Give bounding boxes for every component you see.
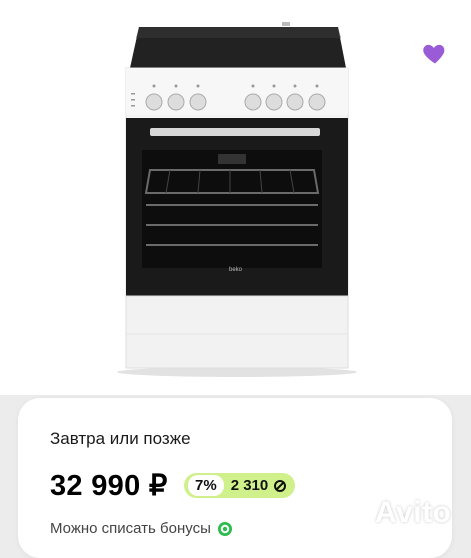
bonus-text: Можно списать бонусы	[50, 520, 211, 537]
brand-label: beko	[229, 267, 243, 273]
favorite-button[interactable]	[421, 39, 449, 67]
bonus-icon	[217, 521, 233, 537]
coin-icon	[273, 479, 287, 493]
avito-logo-icon	[340, 498, 370, 529]
bonus-row[interactable]: Можно списать бонусы	[50, 520, 233, 537]
heart-icon	[423, 44, 445, 64]
listing-card: Завтра или позже 32 990 ₽ 7% 2 310 Можно…	[18, 398, 452, 558]
stove-image	[117, 22, 357, 377]
watermark-text: Avito	[375, 496, 452, 529]
cashback-badge[interactable]: 7% 2 310	[184, 473, 296, 498]
cashback-amount: 2 310	[230, 477, 269, 494]
product-photo[interactable]: beko	[0, 0, 471, 395]
avito-watermark: Avito	[338, 496, 451, 530]
price: 32 990 ₽	[50, 470, 168, 502]
cashback-percent: 7%	[188, 475, 224, 496]
delivery-time: Завтра или позже	[50, 429, 191, 448]
